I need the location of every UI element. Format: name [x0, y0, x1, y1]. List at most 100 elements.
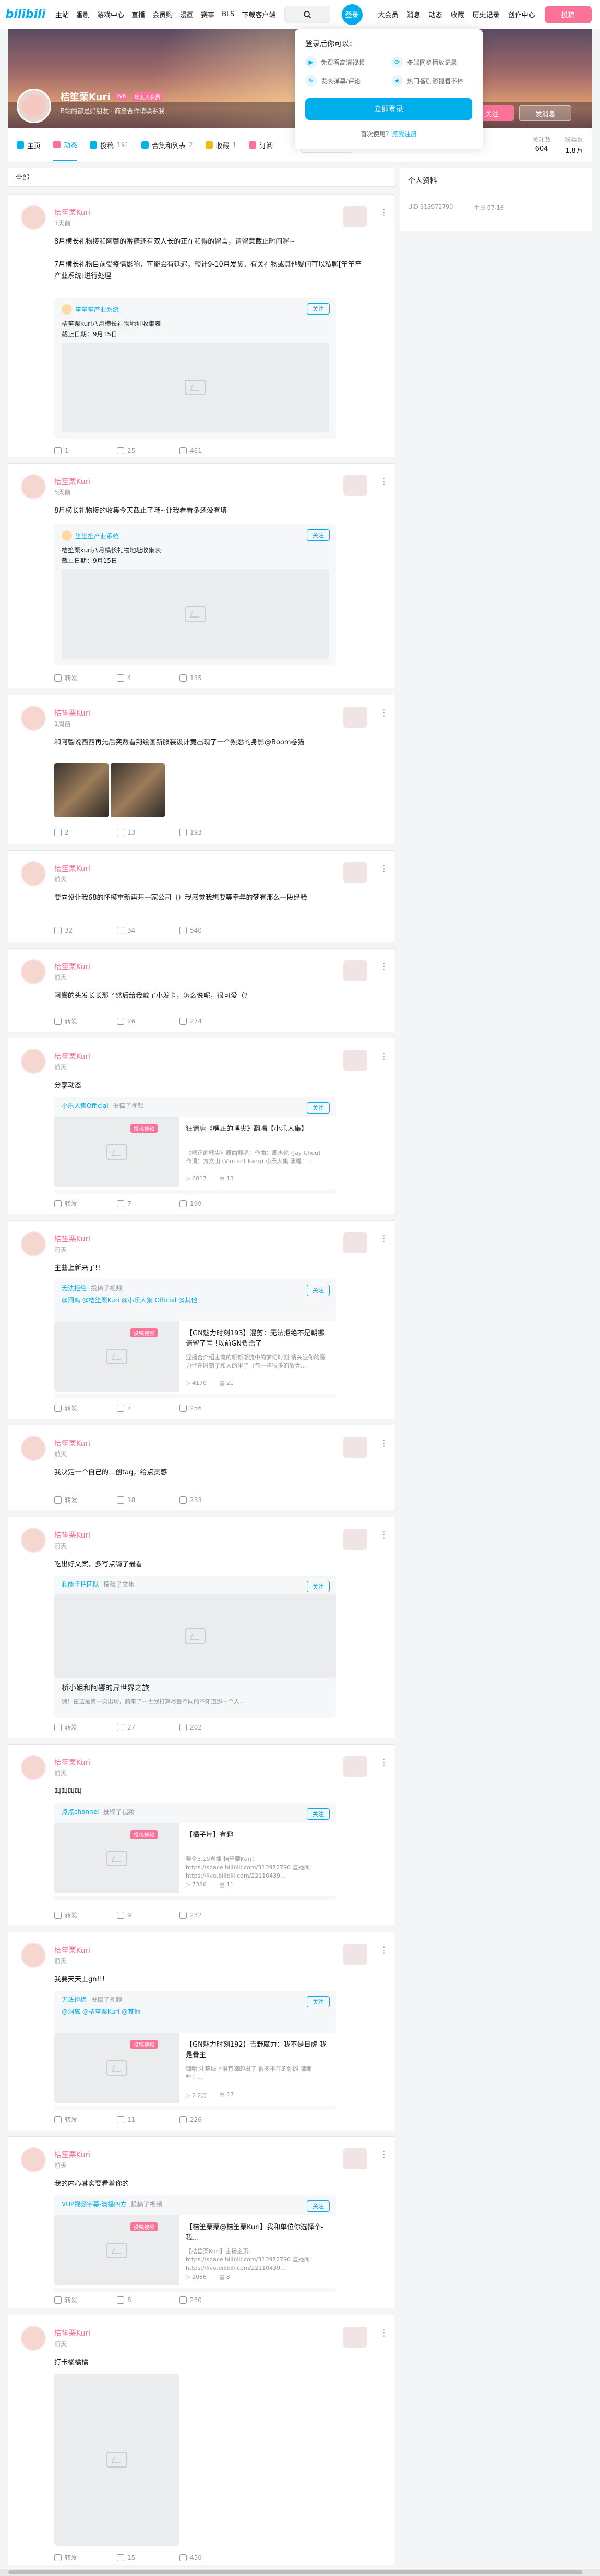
nav-vip[interactable]: 大会员 [378, 9, 399, 19]
post-avatar[interactable] [21, 706, 46, 731]
post-author[interactable]: 桔笙栗Kuri [54, 708, 90, 718]
card-follow-button[interactable]: 关注 [307, 1581, 330, 1592]
comment-button[interactable]: 26 [117, 1017, 179, 1025]
form-card[interactable]: 笙笙笙产业系统 关注 桔笙栗kuri八月横长礼物地址收集表 截止日期：9月15日 [54, 524, 336, 665]
comment-button[interactable]: 7 [117, 1199, 179, 1208]
post-author[interactable]: 桔笙栗Kuri [54, 1530, 90, 1540]
forward-button[interactable]: 转发 [54, 1017, 117, 1025]
comment-button[interactable]: 25 [117, 447, 179, 454]
comment-button[interactable]: 27 [117, 1723, 179, 1732]
post-author[interactable]: 桔笙栗Kuri [54, 1438, 90, 1448]
forward-user[interactable]: 和能手把团队 [62, 1580, 99, 1589]
like-button[interactable]: 135 [179, 673, 242, 682]
card-follow-button[interactable]: 关注 [307, 1808, 330, 1820]
forward-button[interactable]: 转发 [54, 2295, 117, 2304]
comment-button[interactable]: 13 [117, 829, 179, 836]
post-avatar[interactable] [21, 861, 46, 886]
post-author[interactable]: 桔笙栗Kuri [54, 2149, 90, 2160]
comment-button[interactable]: 11 [117, 2115, 179, 2124]
like-button[interactable]: 274 [179, 1017, 242, 1025]
forward-user[interactable]: 无法拒绝 [62, 1995, 87, 2004]
comment-button[interactable]: 34 [117, 927, 179, 934]
more-icon[interactable]: ⋮ [380, 476, 388, 486]
scrollbar-thumb[interactable] [8, 2570, 582, 2574]
card-author[interactable]: 笙笙笙产业系统 [75, 531, 119, 540]
post-author[interactable]: 桔笙栗Kuri [54, 476, 90, 487]
post-avatar[interactable] [21, 1528, 46, 1553]
more-icon[interactable]: ⋮ [380, 1233, 388, 1243]
forwarded-card[interactable]: 无法拒绝 投稿了视频 关注 @洞离 @桔笙栗Kuri @其他 投稿视频 【GN魅力… [54, 1991, 336, 2110]
video-card[interactable]: 投稿视频 【GN魅力时刻193】混剪：无法拒绝不是朝哪请留了号 !以前GN负活了… [54, 1321, 336, 1394]
post-author[interactable]: 桔笙栗Kuri [54, 1233, 90, 1244]
like-button[interactable]: 232 [179, 1910, 242, 1919]
like-button[interactable]: 256 [179, 1404, 242, 1412]
nav-messages[interactable]: 消息 [407, 9, 421, 19]
register-link[interactable]: 点我注册 [392, 130, 417, 138]
tab-dynamic[interactable]: 动态 [53, 129, 78, 161]
comment-button[interactable]: 7 [117, 1404, 179, 1412]
nav-favorites[interactable]: 收藏 [451, 9, 464, 19]
more-icon[interactable]: ⋮ [380, 961, 388, 971]
more-icon[interactable]: ⋮ [380, 2328, 388, 2338]
forwarded-card[interactable]: 小乐人集Official 投稿了视频 关注 投稿视频 狂请唐《嘿正的嘿尖》翻唱【小… [54, 1097, 336, 1194]
nav-dynamics[interactable]: 动态 [429, 9, 442, 19]
like-button[interactable]: 233 [179, 1495, 242, 1504]
comment-button[interactable]: 9 [117, 1910, 179, 1919]
post-avatar[interactable] [21, 205, 46, 230]
forwarded-card[interactable]: VUP视频字幕-澳播四方 投稿了视频 关注 投稿视频 【桔笙栗栗@桔笙栗Kuri】… [54, 2195, 336, 2292]
nav-link-download[interactable]: 下载客户端 [242, 9, 276, 19]
post-image[interactable] [111, 763, 165, 817]
forwarded-card[interactable]: 点点channel 投稿了视频 关注 投稿视频 【橘子片】有趣 整合5.19直播 … [54, 1803, 336, 1900]
post-author[interactable]: 桔笙栗Kuri [54, 1945, 90, 1955]
forward-button[interactable]: 转发 [54, 673, 117, 682]
nav-link-bls[interactable]: BLS [222, 10, 234, 18]
upload-button[interactable]: 投稿 [544, 5, 592, 23]
post-avatar[interactable] [21, 1049, 46, 1074]
post-avatar[interactable] [21, 1436, 46, 1461]
post-author[interactable]: 桔笙栗Kuri [54, 1757, 90, 1768]
comment-button[interactable]: 15 [117, 2553, 179, 2562]
feed-filter[interactable]: 全部 [8, 168, 394, 187]
post-avatar[interactable] [21, 1755, 46, 1780]
like-button[interactable]: 226 [179, 2115, 242, 2124]
forward-user[interactable]: VUP视频字幕-澳播四方 [62, 2199, 127, 2208]
card-follow-button[interactable]: 关注 [307, 529, 330, 541]
more-icon[interactable]: ⋮ [380, 1530, 388, 1540]
bilibili-logo[interactable]: bilibili [6, 6, 46, 23]
post-avatar[interactable] [21, 474, 46, 499]
more-icon[interactable]: ⋮ [380, 1757, 388, 1767]
forward-button[interactable]: 32 [54, 927, 117, 934]
nav-link-main[interactable]: 主站 [55, 9, 69, 19]
post-author[interactable]: 桔笙栗Kuri [54, 207, 90, 217]
nav-link-live[interactable]: 直播 [131, 9, 145, 19]
post-author[interactable]: 桔笙栗Kuri [54, 2328, 90, 2338]
tab-home[interactable]: 主页 [17, 140, 41, 150]
tab-collections[interactable]: 合集和列表 2 [141, 140, 193, 150]
search-button[interactable] [284, 5, 330, 23]
post-image[interactable] [54, 2374, 179, 2546]
more-icon[interactable]: ⋮ [380, 2149, 388, 2159]
post-avatar[interactable] [21, 2326, 46, 2351]
forward-user[interactable]: 小乐人集Official [62, 1101, 109, 1110]
forward-user[interactable]: 点点channel [62, 1807, 99, 1816]
video-card[interactable]: 投稿视频 【橘子片】有趣 整合5.19直播 桔笙栗Kuri：https://sp… [54, 1823, 336, 1896]
post-avatar[interactable] [21, 1231, 46, 1256]
more-icon[interactable]: ⋮ [380, 1051, 388, 1061]
avatar[interactable] [17, 89, 51, 123]
post-avatar[interactable] [21, 1943, 46, 1968]
like-button[interactable]: 456 [179, 2553, 242, 2562]
tab-favorites[interactable]: 收藏 1 [205, 140, 236, 150]
message-button[interactable]: 发消息 [519, 105, 571, 121]
like-button[interactable]: 461 [179, 447, 242, 454]
login-avatar-button[interactable]: 登录 [341, 4, 363, 25]
comment-button[interactable]: 8 [117, 2295, 179, 2304]
post-avatar[interactable] [21, 2147, 46, 2172]
tab-videos[interactable]: 投稿 191 [90, 140, 129, 150]
forward-user[interactable]: 无法拒绝 [62, 1284, 87, 1292]
nav-link-game[interactable]: 游戏中心 [97, 9, 124, 19]
nav-history[interactable]: 历史记录 [473, 9, 500, 19]
more-icon[interactable]: ⋮ [380, 1438, 388, 1448]
horizontal-scrollbar[interactable] [0, 2569, 600, 2576]
more-icon[interactable]: ⋮ [380, 207, 388, 217]
tab-subscriptions[interactable]: 订阅 [249, 140, 273, 150]
